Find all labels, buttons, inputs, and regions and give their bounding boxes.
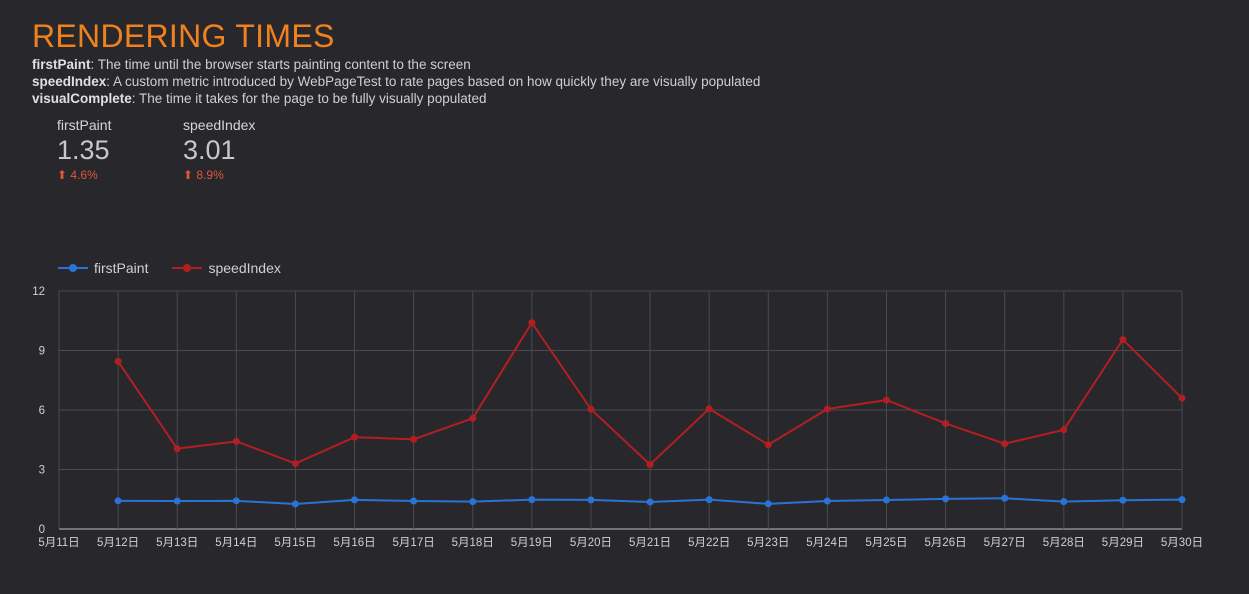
data-point-speedIndex <box>232 437 240 445</box>
legend-swatch-speedindex <box>172 262 203 274</box>
x-tick-label: 5月16日 <box>333 537 375 549</box>
x-tick-label: 5月29日 <box>1102 537 1144 549</box>
legend-item-firstpaint[interactable]: firstPaint <box>58 260 148 276</box>
data-point-speedIndex <box>528 319 536 327</box>
y-tick-label: 9 <box>39 346 45 358</box>
arrow-up-icon: ⬆ <box>57 168 68 182</box>
definition-visualcomplete: visualComplete: The time it takes for th… <box>32 91 487 106</box>
data-point-firstPaint <box>1060 498 1068 506</box>
data-point-speedIndex <box>1119 336 1127 344</box>
data-point-speedIndex <box>942 419 950 427</box>
x-tick-label: 5月23日 <box>747 537 789 549</box>
y-tick-label: 12 <box>32 286 45 298</box>
x-tick-label: 5月26日 <box>924 537 966 549</box>
x-tick-label: 5月13日 <box>156 537 198 549</box>
data-point-speedIndex <box>764 441 772 449</box>
x-tick-label: 5月25日 <box>865 537 907 549</box>
definition-firstpaint: firstPaint: The time until the browser s… <box>32 57 471 72</box>
data-point-firstPaint <box>528 496 536 504</box>
scorecard-value: 1.35 <box>57 135 110 165</box>
data-point-firstPaint <box>1178 496 1186 504</box>
x-tick-label: 5月19日 <box>511 537 553 549</box>
x-tick-label: 5月20日 <box>570 537 612 549</box>
scorecard-delta: ⬆ 8.9% <box>183 168 224 182</box>
data-point-speedIndex <box>646 461 654 469</box>
data-point-firstPaint <box>823 497 831 505</box>
x-tick-label: 5月27日 <box>984 537 1026 549</box>
y-tick-label: 0 <box>39 524 45 536</box>
data-point-speedIndex <box>882 396 890 404</box>
data-point-firstPaint <box>882 496 890 504</box>
x-tick-label: 5月18日 <box>452 537 494 549</box>
scorecard-label: speedIndex <box>183 117 256 133</box>
data-point-speedIndex <box>587 405 595 413</box>
x-tick-label: 5月15日 <box>274 537 316 549</box>
data-point-speedIndex <box>410 435 418 443</box>
x-tick-label: 5月21日 <box>629 537 671 549</box>
legend-swatch-firstpaint <box>58 262 88 274</box>
scorecard-firstpaint[interactable]: firstPaint 1.35 ⬆ 4.6% <box>57 117 111 182</box>
x-tick-label: 5月28日 <box>1043 537 1085 549</box>
data-point-firstPaint <box>1001 494 1009 502</box>
scorecard-label: firstPaint <box>57 117 112 133</box>
x-tick-label: 5月30日 <box>1161 537 1203 549</box>
data-point-firstPaint <box>705 496 713 504</box>
data-point-firstPaint <box>469 498 477 506</box>
y-tick-label: 6 <box>39 405 45 417</box>
data-point-speedIndex <box>1178 394 1186 402</box>
data-point-speedIndex <box>291 460 299 468</box>
chart-legend: firstPaint speedIndex <box>58 260 305 276</box>
page-title: RENDERING TIMES <box>32 18 335 54</box>
data-point-firstPaint <box>587 496 595 504</box>
data-point-speedIndex <box>469 414 477 422</box>
x-tick-label: 5月12日 <box>97 537 139 549</box>
data-point-speedIndex <box>173 445 181 453</box>
definition-speedindex: speedIndex: A custom metric introduced b… <box>32 74 761 89</box>
data-point-speedIndex <box>823 405 831 413</box>
scorecard-value: 3.01 <box>183 135 236 165</box>
metric-definitions: firstPaint: The time until the browser s… <box>32 56 760 107</box>
arrow-up-icon: ⬆ <box>183 168 194 182</box>
data-point-firstPaint <box>232 497 240 505</box>
x-tick-label: 5月14日 <box>215 537 257 549</box>
data-point-firstPaint <box>173 497 181 505</box>
data-point-firstPaint <box>764 500 772 508</box>
x-tick-label: 5月17日 <box>393 537 435 549</box>
scorecard-delta: ⬆ 4.6% <box>57 168 98 182</box>
y-tick-label: 3 <box>39 465 45 477</box>
data-point-firstPaint <box>646 498 654 506</box>
x-tick-label: 5月22日 <box>688 537 730 549</box>
data-point-firstPaint <box>942 495 950 503</box>
data-point-speedIndex <box>705 405 713 413</box>
data-point-firstPaint <box>351 496 359 504</box>
data-point-speedIndex <box>351 433 359 441</box>
data-point-speedIndex <box>1001 440 1009 448</box>
x-tick-label: 5月11日 <box>38 537 79 549</box>
data-point-firstPaint <box>114 497 122 505</box>
x-tick-label: 5月24日 <box>806 537 848 549</box>
data-point-speedIndex <box>114 357 122 365</box>
legend-item-speedindex[interactable]: speedIndex <box>172 260 281 276</box>
data-point-firstPaint <box>291 500 299 508</box>
data-point-speedIndex <box>1060 426 1068 434</box>
data-point-firstPaint <box>1119 496 1127 504</box>
line-chart: 0 3 6 9 12 5月11日 5月12日 5月13日 5月14日 5月15日 5月16日 5月17… <box>32 286 1203 549</box>
scorecard-speedindex[interactable]: speedIndex 3.01 ⬆ 8.9% <box>183 117 255 182</box>
data-point-firstPaint <box>410 497 418 505</box>
